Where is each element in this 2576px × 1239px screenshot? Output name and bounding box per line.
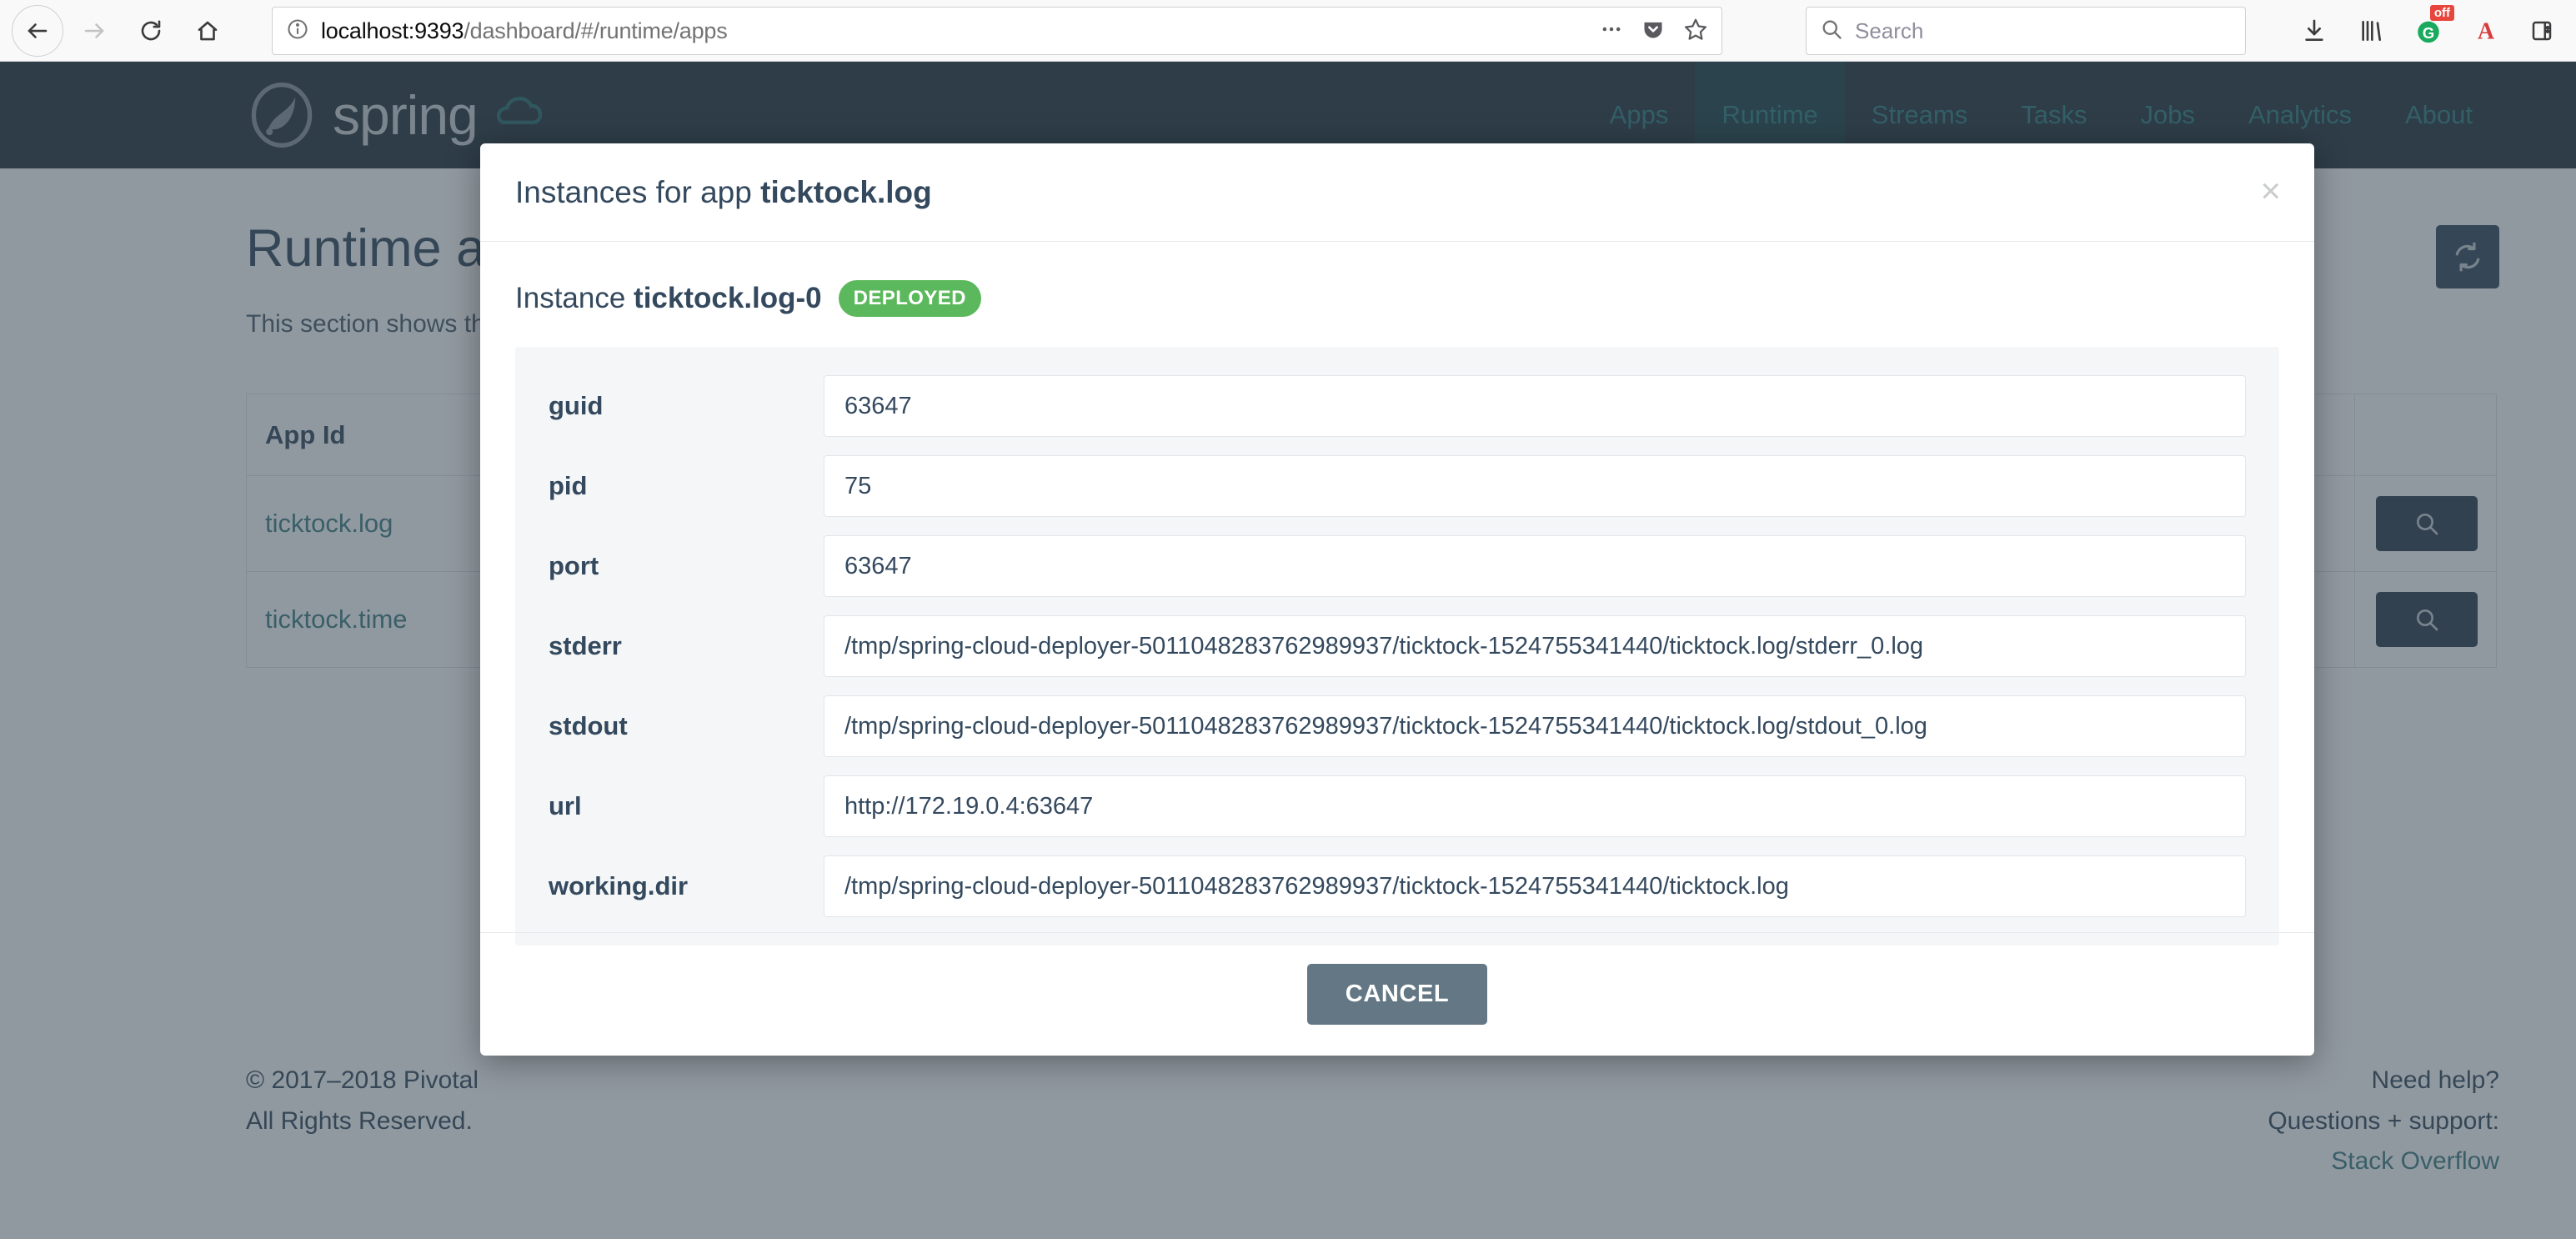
field-label-stderr: stderr: [549, 631, 622, 660]
modal-header: Instances for app ticktock.log ×: [480, 143, 2314, 242]
field-label-port: port: [549, 551, 599, 580]
field-row-pid: pid 75: [549, 455, 2246, 517]
field-value-pid[interactable]: 75: [824, 455, 2246, 517]
url-text: localhost:9393/dashboard/#/runtime/apps: [321, 18, 1588, 44]
field-label-stdout: stdout: [549, 711, 628, 740]
url-action-icons: [1600, 17, 1708, 46]
svg-text:G: G: [2423, 24, 2434, 42]
field-value-url[interactable]: http://172.19.0.4:63647: [824, 775, 2246, 837]
back-arrow-icon[interactable]: [12, 4, 63, 57]
reload-icon[interactable]: [125, 5, 177, 57]
field-label-guid: guid: [549, 391, 604, 420]
instances-modal: Instances for app ticktock.log × Instanc…: [480, 143, 2314, 1056]
cancel-button[interactable]: CANCEL: [1306, 964, 1488, 1025]
modal-title-prefix: Instances for app: [515, 174, 761, 209]
modal-footer: CANCEL: [480, 932, 2314, 1056]
field-value-port[interactable]: 63647: [824, 535, 2246, 597]
search-icon: [1820, 18, 1843, 45]
field-label-pid: pid: [549, 471, 588, 500]
info-circle-icon[interactable]: [286, 18, 309, 45]
modal-title: Instances for app ticktock.log: [515, 175, 932, 210]
field-row-working-dir: working.dir /tmp/spring-cloud-deployer-5…: [549, 855, 2246, 917]
reader-font-icon[interactable]: A: [2473, 18, 2499, 44]
address-bar[interactable]: localhost:9393/dashboard/#/runtime/apps: [272, 7, 1722, 55]
field-value-stdout[interactable]: /tmp/spring-cloud-deployer-5011048283762…: [824, 695, 2246, 757]
navigation-buttons: [0, 4, 233, 57]
close-icon[interactable]: ×: [2260, 173, 2281, 208]
browser-toolbar-icons: G off A: [2301, 5, 2554, 55]
url-host: localhost:9393: [321, 18, 464, 43]
status-badge: DEPLOYED: [838, 280, 981, 317]
pocket-icon[interactable]: [1641, 18, 1665, 45]
field-value-working-dir[interactable]: /tmp/spring-cloud-deployer-5011048283762…: [824, 855, 2246, 917]
url-path: /dashboard/#/runtime/apps: [464, 18, 728, 43]
home-icon[interactable]: [182, 5, 233, 57]
field-row-port: port 63647: [549, 535, 2246, 597]
browser-toolbar: localhost:9393/dashboard/#/runtime/apps …: [0, 0, 2576, 62]
instance-heading: Instance ticktock.log-0 DEPLOYED: [515, 280, 2279, 317]
field-value-guid[interactable]: 63647: [824, 375, 2246, 437]
field-label-working-dir: working.dir: [549, 871, 689, 900]
field-row-guid: guid 63647: [549, 375, 2246, 437]
adblock-off-badge: off: [2429, 5, 2454, 22]
addon-icon[interactable]: G off: [2414, 5, 2454, 45]
instance-details-panel: guid 63647 pid 75 port 63647 stderr /tmp…: [515, 347, 2279, 946]
page-actions-icon[interactable]: [1600, 18, 1623, 45]
sidebar-icon[interactable]: [2529, 18, 2554, 43]
browser-search-bar[interactable]: Search: [1806, 7, 2246, 55]
field-row-url: url http://172.19.0.4:63647: [549, 775, 2246, 837]
star-icon[interactable]: [1683, 17, 1708, 46]
instance-name: ticktock.log-0: [634, 282, 822, 314]
field-value-stderr[interactable]: /tmp/spring-cloud-deployer-5011048283762…: [824, 615, 2246, 677]
modal-body: Instance ticktock.log-0 DEPLOYED guid 63…: [480, 242, 2314, 946]
download-icon[interactable]: [2301, 18, 2328, 44]
svg-text:A: A: [2478, 18, 2495, 44]
library-icon[interactable]: [2358, 18, 2384, 44]
instance-label: Instance ticktock.log-0: [515, 282, 822, 315]
field-row-stderr: stderr /tmp/spring-cloud-deployer-501104…: [549, 615, 2246, 677]
forward-arrow-icon: [68, 5, 120, 57]
field-label-url: url: [549, 791, 582, 820]
instance-prefix: Instance: [515, 282, 634, 314]
search-input[interactable]: Search: [1855, 18, 1923, 44]
field-row-stdout: stdout /tmp/spring-cloud-deployer-501104…: [549, 695, 2246, 757]
modal-title-app: ticktock.log: [760, 174, 932, 209]
